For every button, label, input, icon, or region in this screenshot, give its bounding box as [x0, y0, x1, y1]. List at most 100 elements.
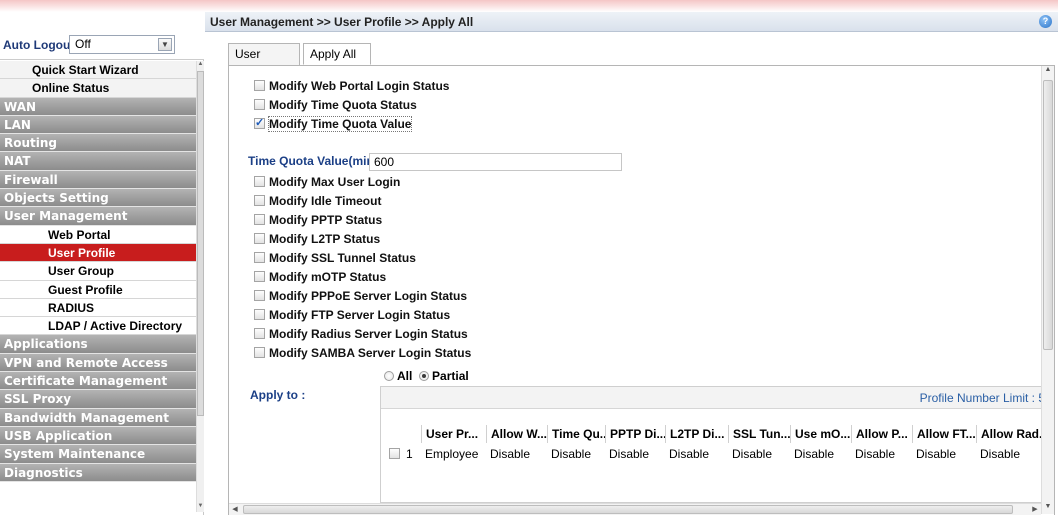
- option-label[interactable]: Modify Idle Timeout: [269, 194, 381, 208]
- scroll-right-arrow-icon[interactable]: ▶: [1029, 504, 1041, 515]
- tab-apply-all[interactable]: Apply All: [303, 43, 371, 65]
- option-checkbox[interactable]: [254, 176, 265, 187]
- sidebar-item-objects-setting[interactable]: Objects Setting: [0, 189, 196, 208]
- option-checkbox[interactable]: [254, 328, 265, 339]
- option-label[interactable]: Modify Max User Login: [269, 175, 400, 189]
- sidebar-scrollbar[interactable]: ▲ ▼: [196, 61, 204, 512]
- sidebar-item-nat[interactable]: NAT: [0, 152, 196, 171]
- option-label[interactable]: Modify PPPoE Server Login Status: [269, 289, 467, 303]
- sidebar-item-diagnostics[interactable]: Diagnostics: [0, 463, 196, 482]
- sidebar-item-routing[interactable]: Routing: [0, 134, 196, 153]
- sidebar-item-radius[interactable]: RADIUS: [0, 298, 196, 318]
- column-header[interactable]: Time Qu...: [547, 425, 605, 443]
- table-cell: Employee: [425, 447, 479, 461]
- table-cell: Disable: [794, 447, 835, 461]
- column-header[interactable]: Allow P...: [851, 425, 912, 443]
- sidebar-item-user-management[interactable]: User Management: [0, 207, 196, 226]
- scroll-down-arrow-icon[interactable]: ▼: [1043, 503, 1053, 514]
- table-cell: Disable: [732, 447, 773, 461]
- table-cell: Disable: [490, 447, 531, 461]
- column-header[interactable]: User Pr...: [421, 425, 486, 443]
- tab-user-profile[interactable]: User Profile: [228, 43, 300, 81]
- scroll-up-arrow-icon[interactable]: ▲: [197, 61, 204, 70]
- sidebar-item-applications[interactable]: Applications: [0, 335, 196, 354]
- column-header[interactable]: PPTP Di...: [605, 425, 665, 443]
- option-label[interactable]: Modify SAMBA Server Login Status: [269, 346, 471, 360]
- option-label[interactable]: Modify FTP Server Login Status: [269, 308, 450, 322]
- table-row[interactable]: 1 Employee Disable Disable Disable Disable Dis…: [381, 445, 1045, 463]
- time-quota-input[interactable]: 600: [369, 153, 622, 171]
- panel-hscroll-thumb[interactable]: [243, 505, 1013, 514]
- option-checkbox[interactable]: [254, 115, 265, 132]
- sidebar-item-bandwidth-management[interactable]: Bandwidth Management: [0, 408, 196, 427]
- apply-all-radio[interactable]: [384, 371, 394, 381]
- apply-all-label: All: [397, 369, 413, 383]
- sidebar-item-certificate-management[interactable]: Certificate Management: [0, 372, 196, 391]
- sidebar-item-system-maintenance[interactable]: System Maintenance: [0, 445, 196, 464]
- option-checkbox[interactable]: [254, 252, 265, 263]
- apply-partial-radio[interactable]: [419, 371, 430, 381]
- column-header[interactable]: Allow W...: [486, 425, 547, 443]
- apply-partial-label: Partial: [432, 369, 469, 383]
- sidebar-item-online-status[interactable]: Online Status: [0, 79, 196, 98]
- main-content: User Management >> User Profile >> Apply…: [205, 12, 1058, 515]
- table-cell: Disable: [980, 447, 1021, 461]
- option-modify-l2tp-status: Modify L2TP Status: [254, 231, 380, 248]
- option-checkbox[interactable]: [254, 309, 265, 320]
- column-header[interactable]: SSL Tun...: [728, 425, 790, 443]
- option-modify-idle-timeout: Modify Idle Timeout: [254, 193, 381, 210]
- sidebar-item-web-portal[interactable]: Web Portal: [0, 225, 196, 244]
- option-checkbox[interactable]: [254, 290, 265, 301]
- option-label[interactable]: Modify Web Portal Login Status: [269, 79, 449, 93]
- option-checkbox[interactable]: [254, 233, 265, 244]
- sidebar-item-quick-start-wizard[interactable]: Quick Start Wizard: [0, 61, 196, 80]
- column-header[interactable]: Allow FT...: [912, 425, 976, 443]
- sidebar: Auto Logout : Off ▼ Quick Start Wizard On…: [0, 12, 204, 515]
- sidebar-item-user-group[interactable]: User Group: [0, 262, 196, 281]
- option-checkbox[interactable]: [254, 347, 265, 358]
- option-label[interactable]: Modify mOTP Status: [269, 270, 386, 284]
- scroll-up-arrow-icon[interactable]: ▲: [1043, 66, 1053, 77]
- sidebar-item-ldap-active-directory[interactable]: LDAP / Active Directory: [0, 317, 196, 336]
- option-label[interactable]: Modify L2TP Status: [269, 232, 380, 246]
- scroll-down-arrow-icon[interactable]: ▼: [197, 503, 204, 512]
- profile-table: Profile Number Limit : 5 User Pr... Allow…: [380, 386, 1045, 503]
- column-header[interactable]: Use mO...: [790, 425, 851, 443]
- sidebar-item-firewall[interactable]: Firewall: [0, 170, 196, 190]
- sidebar-item-vpn-and-remote-access[interactable]: VPN and Remote Access: [0, 353, 196, 373]
- option-label[interactable]: Modify Time Quota Value: [267, 116, 413, 132]
- panel-vertical-scrollbar[interactable]: ▲ ▼: [1041, 66, 1054, 514]
- option-checkbox[interactable]: [254, 80, 265, 91]
- row-index: 1: [406, 447, 413, 461]
- option-modify-samba-server-login-status: Modify SAMBA Server Login Status: [254, 345, 471, 362]
- panel-horizontal-scrollbar[interactable]: ◀ ▶: [229, 503, 1041, 515]
- sidebar-scrollbar-thumb[interactable]: [197, 71, 204, 416]
- sidebar-item-user-profile[interactable]: User Profile: [0, 243, 196, 263]
- sidebar-item-lan[interactable]: LAN: [0, 115, 196, 135]
- column-header[interactable]: L2TP Di...: [665, 425, 728, 443]
- row-checkbox[interactable]: [389, 448, 400, 459]
- option-label[interactable]: Modify Radius Server Login Status: [269, 327, 468, 341]
- option-label[interactable]: Modify SSL Tunnel Status: [269, 251, 416, 265]
- option-label[interactable]: Modify PPTP Status: [269, 213, 382, 227]
- table-cell: Disable: [551, 447, 592, 461]
- auto-logout-select[interactable]: Off ▼: [69, 35, 175, 54]
- scroll-left-arrow-icon[interactable]: ◀: [229, 504, 241, 515]
- help-icon[interactable]: ?: [1039, 15, 1052, 28]
- column-header[interactable]: Allow Rad...: [976, 425, 1044, 443]
- chevron-down-icon[interactable]: ▼: [158, 38, 172, 51]
- panel-vscroll-thumb[interactable]: [1043, 80, 1053, 350]
- profile-number-limit: Profile Number Limit : 5: [919, 391, 1045, 405]
- option-checkbox[interactable]: [254, 195, 265, 206]
- option-checkbox[interactable]: [254, 271, 265, 282]
- sidebar-item-guest-profile[interactable]: Guest Profile: [0, 280, 196, 299]
- option-checkbox[interactable]: [254, 214, 265, 225]
- option-label[interactable]: Modify Time Quota Status: [269, 98, 417, 112]
- option-modify-max-user-login: Modify Max User Login: [254, 174, 400, 191]
- sidebar-menu: Quick Start Wizard Online Status WAN LAN Rou…: [0, 61, 196, 482]
- sidebar-item-ssl-proxy[interactable]: SSL Proxy: [0, 390, 196, 409]
- sidebar-item-usb-application[interactable]: USB Application: [0, 426, 196, 446]
- option-modify-time-quota-status: Modify Time Quota Status: [254, 97, 417, 114]
- sidebar-item-wan[interactable]: WAN: [0, 97, 196, 116]
- option-checkbox[interactable]: [254, 99, 265, 110]
